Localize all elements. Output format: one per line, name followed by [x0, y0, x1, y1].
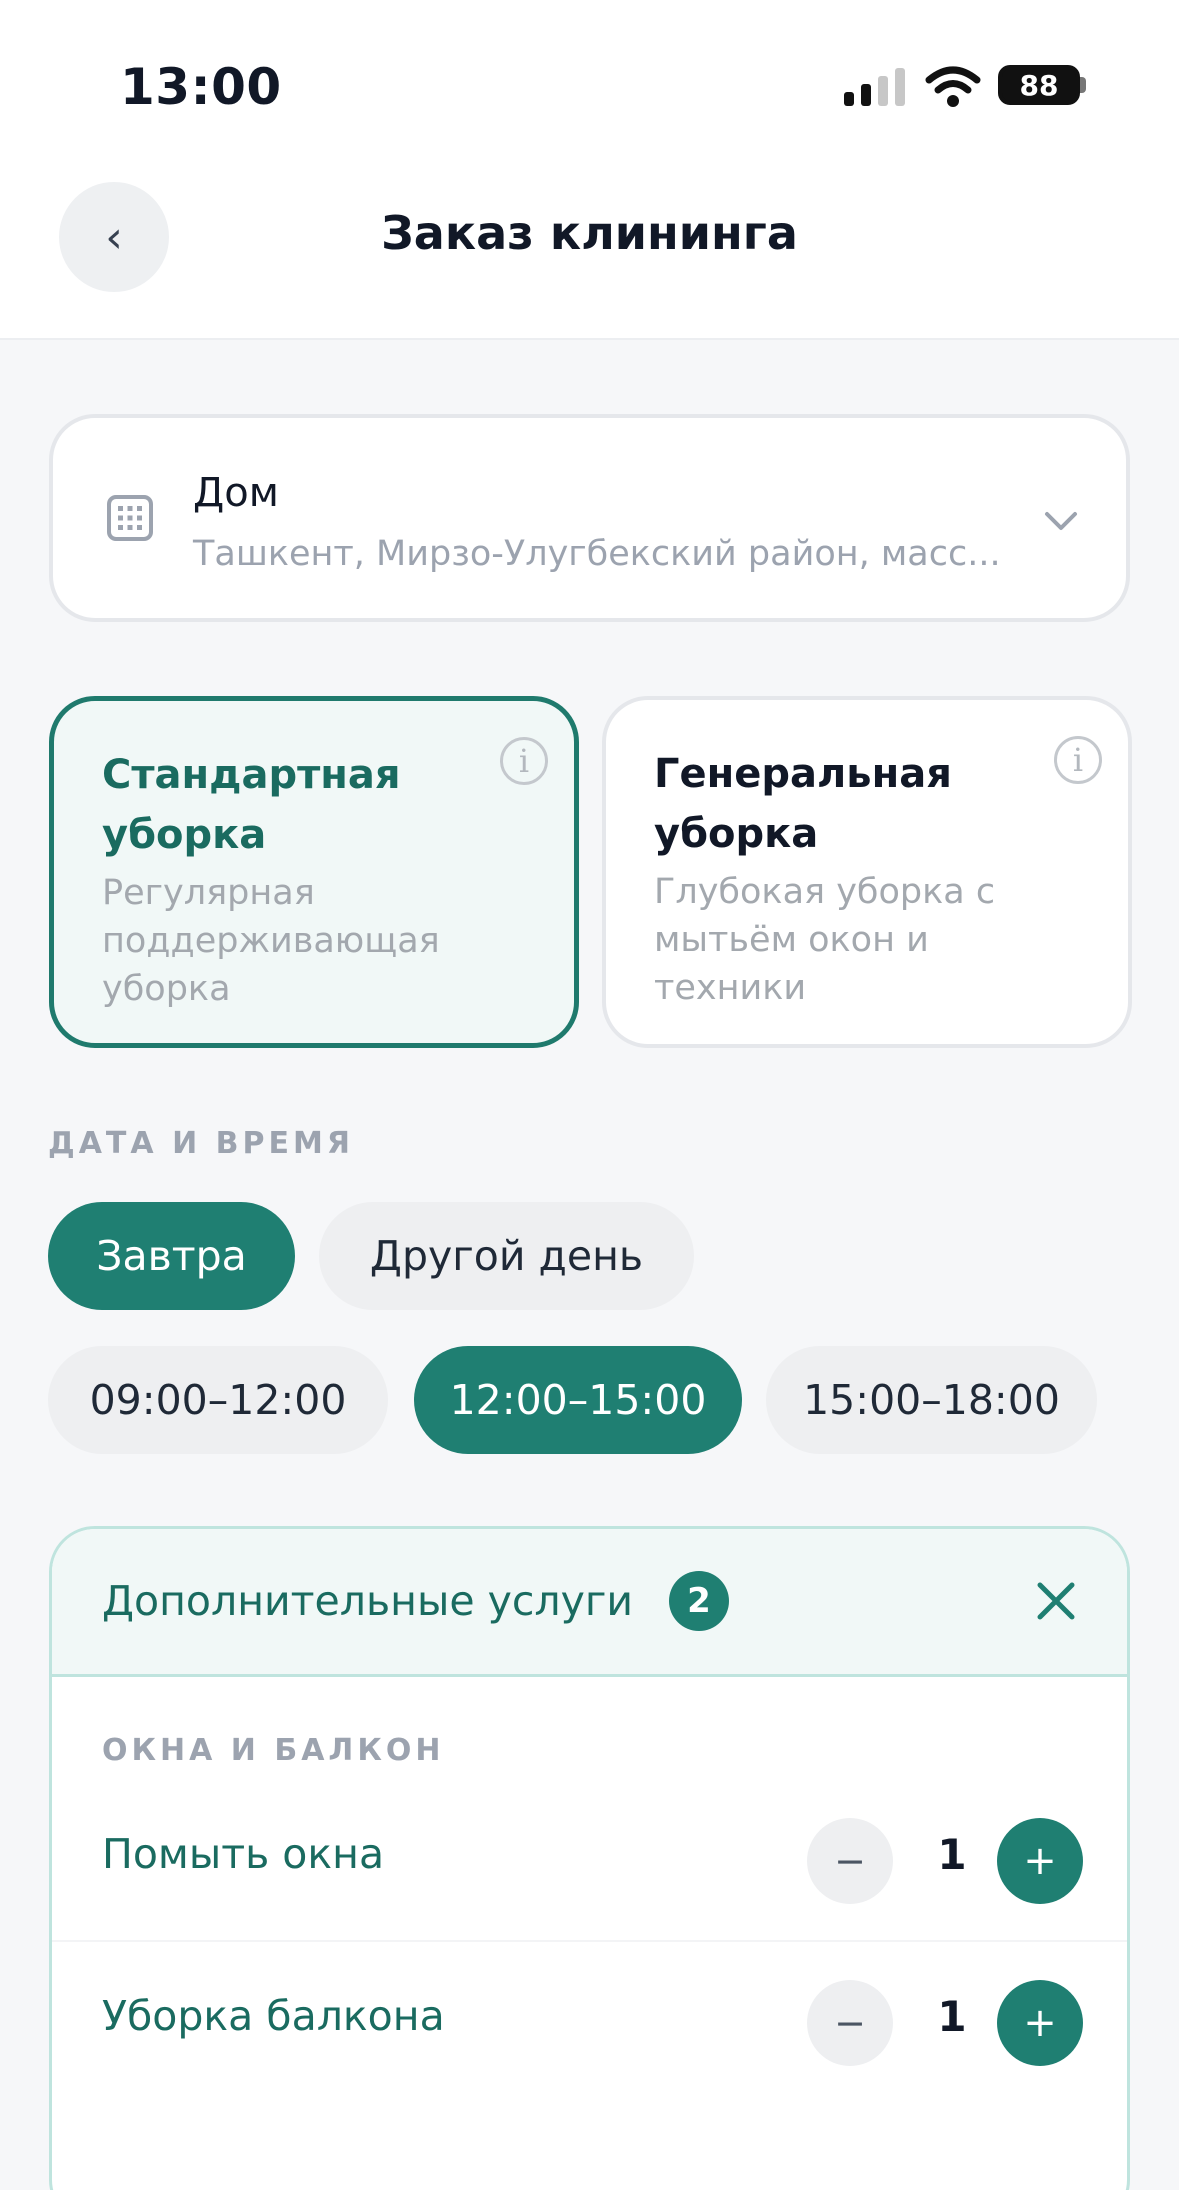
status-bar: 13:00 88 [0, 0, 1179, 150]
additional-services-header[interactable]: Дополнительные услуги 2 [52, 1529, 1127, 1677]
addon-label: Уборка балкона [102, 1992, 445, 2040]
quantity-value: 1 [937, 1830, 967, 1879]
addon-row-windows: Помыть окна − 1 + [52, 1780, 1127, 1940]
card-desc-line: уборка [102, 969, 231, 1009]
day-tomorrow-button[interactable]: Завтра [48, 1202, 295, 1310]
card-title-line: Стандартная [102, 752, 401, 798]
card-description: Регулярная поддерживающая уборка [102, 869, 526, 1013]
info-icon[interactable]: i [500, 737, 548, 785]
decrement-button[interactable]: − [807, 1980, 893, 2066]
card-title: Генеральная уборка [654, 744, 1080, 864]
cleaning-type-general[interactable]: i Генеральная уборка Глубокая уборка с м… [602, 696, 1132, 1048]
card-description: Глубокая уборка с мытьём окон и техники [654, 868, 1080, 1012]
address-line: Ташкент, Мирзо-Улугбекский район, масс..… [193, 534, 1001, 574]
address-name: Дом [193, 470, 279, 516]
page-title: Заказ клининга [381, 206, 798, 260]
address-selector[interactable]: Дом Ташкент, Мирзо-Улугбекский район, ма… [49, 414, 1130, 622]
cellular-signal-icon [844, 68, 905, 106]
time-slot-0900[interactable]: 09:00–12:00 [48, 1346, 388, 1454]
time-slot-1200[interactable]: 12:00–15:00 [414, 1346, 742, 1454]
card-desc-line: техники [654, 968, 807, 1008]
cleaning-type-standard[interactable]: i Стандартная уборка Регулярная поддержи… [49, 696, 579, 1048]
card-title-line: уборка [102, 812, 267, 858]
wifi-icon [925, 66, 981, 107]
additional-services-count-badge: 2 [669, 1571, 729, 1631]
battery-level: 88 [1019, 68, 1059, 102]
increment-button[interactable]: + [997, 1980, 1083, 2066]
addon-label: Помыть окна [102, 1830, 385, 1878]
battery-icon: 88 [998, 65, 1080, 105]
close-icon[interactable] [1032, 1577, 1080, 1625]
additional-services-title: Дополнительные услуги [102, 1577, 634, 1625]
card-title: Стандартная уборка [102, 745, 526, 865]
increment-button[interactable]: + [997, 1818, 1083, 1904]
card-title-line: Генеральная [654, 751, 952, 797]
time-slot-1500[interactable]: 15:00–18:00 [766, 1346, 1097, 1454]
card-desc-line: Глубокая уборка с [654, 872, 996, 912]
info-icon[interactable]: i [1054, 736, 1102, 784]
quantity-value: 1 [937, 1992, 967, 2041]
addon-category-label: ОКНА И БАЛКОН [102, 1733, 445, 1768]
decrement-button[interactable]: − [807, 1818, 893, 1904]
status-time: 13:00 [120, 58, 282, 116]
card-title-line: уборка [654, 811, 819, 857]
building-icon [107, 495, 153, 541]
datetime-section-label: ДАТА И ВРЕМЯ [48, 1126, 354, 1161]
card-desc-line: поддерживающая [102, 921, 440, 961]
addon-row-balcony: Уборка балкона − 1 + [52, 1940, 1127, 2100]
additional-services-panel: Дополнительные услуги 2 ОКНА И БАЛКОН По… [49, 1526, 1130, 2190]
card-desc-line: Регулярная [102, 873, 315, 913]
battery-tip [1080, 77, 1086, 93]
card-desc-line: мытьём окон и [654, 920, 929, 960]
header: ‹ Заказ клининга [0, 150, 1179, 340]
chevron-down-icon [1045, 512, 1077, 530]
day-other-button[interactable]: Другой день [319, 1202, 694, 1310]
